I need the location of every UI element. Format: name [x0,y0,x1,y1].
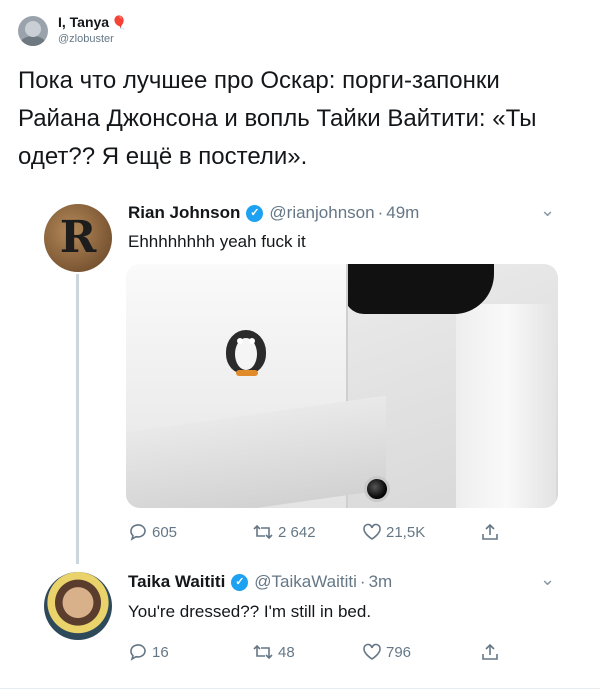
retweet-count: 48 [278,643,295,661]
share-button[interactable] [480,642,504,662]
porg-cufflink [226,324,266,378]
tweet-author[interactable]: I, Tanya 🎈 @zlobuster [18,14,127,47]
like-count: 21,5K [386,523,426,541]
user-name[interactable]: Rian Johnson [128,203,240,223]
shirt-placket [456,304,556,508]
author-names: I, Tanya 🎈 @zlobuster [58,14,127,47]
avatar-letter: R [59,212,97,263]
tweet-header: Taika Waititi ✓ @TaikaWaititi · 3m [128,572,392,592]
share-button[interactable] [480,522,504,542]
like-button[interactable]: 21,5K [362,523,480,541]
tweet-photo[interactable] [126,264,558,508]
separator-dot: · [359,572,366,591]
share-icon [482,643,498,660]
thread-line [76,274,79,564]
separator-dot: · [377,203,384,222]
reply-button[interactable]: 16 [128,643,252,661]
balloon-icon: 🎈 [111,15,128,30]
bowtie [344,264,494,314]
tweet-text-taika: You're dressed?? I'm still in bed. [128,602,372,621]
verified-badge-icon: ✓ [231,573,249,591]
chevron-down-icon[interactable]: ⌄ [540,569,555,590]
tweet-text: Пока что лучшее про Оскар: порги-запонки… [18,67,537,170]
tweet-header: Rian Johnson ✓ @rianjohnson · 49m [128,203,419,223]
avatar-taika-waititi[interactable] [44,572,112,640]
tweet-actions: 605 2 642 21,5K [128,522,504,542]
reply-button[interactable]: 605 [128,523,252,541]
like-count: 796 [386,643,412,661]
verified-badge-icon: ✓ [246,204,264,222]
retweet-icon [253,524,273,540]
retweet-button[interactable]: 48 [252,643,362,661]
author-handle[interactable]: @zlobuster [58,31,127,47]
share-icon [482,523,498,540]
reply-count: 16 [152,643,169,661]
tweet-actions: 16 48 796 [128,642,504,662]
avatar[interactable] [18,15,48,46]
user-name[interactable]: Taika Waititi [128,572,225,592]
timestamp[interactable]: 3m [369,572,393,592]
retweet-icon [253,644,273,660]
retweet-count: 2 642 [278,523,316,541]
heart-icon [363,643,381,660]
timestamp[interactable]: 49m [386,203,419,223]
author-name[interactable]: I, Tanya [58,14,109,30]
like-button[interactable]: 796 [362,643,480,661]
avatar-rian-johnson[interactable]: R [44,204,112,272]
shirt-stud [364,476,390,502]
heart-icon [363,523,381,540]
tweet-text-rian: Ehhhhhhhh yeah fuck it [128,232,306,251]
user-handle[interactable]: @rianjohnson [269,203,374,223]
user-handle[interactable]: @TaikaWaititi [254,572,357,592]
reply-count: 605 [152,523,178,541]
divider [0,688,600,689]
reply-icon [130,644,146,661]
chevron-down-icon[interactable]: ⌄ [540,200,555,221]
retweet-button[interactable]: 2 642 [252,523,362,541]
reply-icon [130,524,146,541]
